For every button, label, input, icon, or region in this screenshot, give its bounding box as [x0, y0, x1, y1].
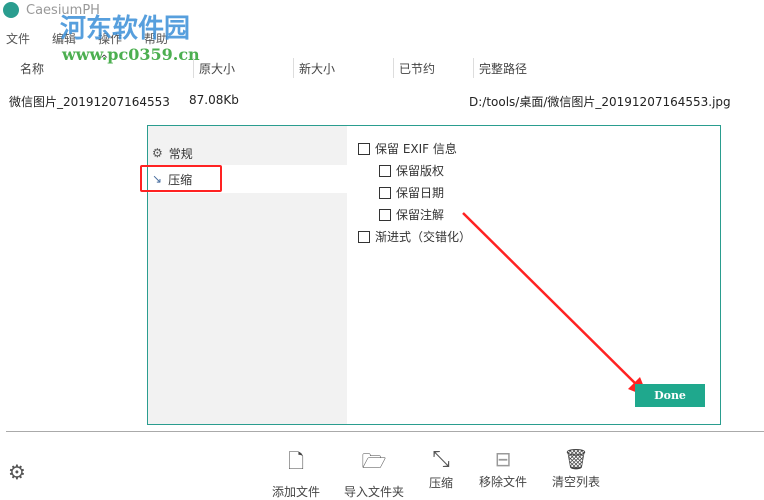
remove-file-button[interactable]: ⊟ 移除文件 — [468, 447, 538, 490]
checkbox-keep-date[interactable]: 保留日期 — [379, 184, 444, 201]
add-file-icon: 🗋 — [287, 449, 305, 473]
col-divider — [393, 58, 394, 78]
highlight-box — [140, 165, 222, 192]
app-logo — [3, 2, 19, 18]
settings-panel: ⚙ 常规 ↘ 压缩 保留 EXIF 信息 保留版权 保留日期 保留注解 渐进式（交错… — [140, 125, 721, 425]
col-divider — [473, 58, 474, 78]
import-folder-button[interactable]: 🗁 导入文件夹 — [339, 447, 409, 500]
clear-list-button[interactable]: 🗑 清空列表 — [541, 447, 611, 490]
remove-icon: ⊟ — [494, 447, 512, 471]
col-name[interactable]: 名称 — [20, 60, 44, 77]
col-path[interactable]: 完整路径 — [479, 60, 527, 77]
row-orig-size: 87.08Kb — [189, 93, 239, 107]
col-saved[interactable]: 已节约 — [399, 60, 435, 77]
checkbox-keep-copyright[interactable]: 保留版权 — [379, 162, 444, 179]
sort-asc-icon: ^ — [100, 54, 109, 65]
menu-file[interactable]: 文件 — [6, 30, 30, 47]
add-file-button[interactable]: 🗋 添加文件 — [261, 447, 331, 500]
row-name[interactable]: 微信图片_20191207164553 — [9, 93, 170, 110]
watermark: 河东软件园 — [60, 14, 191, 44]
done-button[interactable]: Done — [635, 384, 705, 407]
compress-button[interactable]: ⤡ 压缩 — [406, 447, 476, 491]
row-path: D:/tools/桌面/微信图片_20191207164553.jpg — [469, 95, 731, 109]
checkbox-keep-exif[interactable]: 保留 EXIF 信息 — [358, 140, 457, 157]
col-divider — [193, 58, 194, 78]
compress-icon: ⤡ — [432, 447, 450, 472]
watermark-url: www.pc0359.cn — [62, 45, 200, 64]
col-orig-size[interactable]: 原大小 — [199, 60, 235, 77]
settings-gear-icon[interactable]: ⚙ — [8, 460, 26, 484]
checkbox-keep-comment[interactable]: 保留注解 — [379, 206, 444, 223]
sidebar-item-general[interactable]: ⚙ 常规 — [148, 139, 347, 167]
col-divider — [293, 58, 294, 78]
divider — [6, 431, 764, 432]
folder-open-icon: 🗁 — [361, 449, 387, 473]
annotation-arrow — [462, 212, 648, 397]
col-new-size[interactable]: 新大小 — [299, 60, 335, 77]
settings-sidebar: ⚙ 常规 ↘ 压缩 — [140, 126, 347, 424]
checkbox-progressive[interactable]: 渐进式（交错化） — [358, 228, 471, 245]
gears-icon: ⚙ — [152, 146, 163, 160]
trash-icon: 🗑 — [563, 447, 589, 471]
